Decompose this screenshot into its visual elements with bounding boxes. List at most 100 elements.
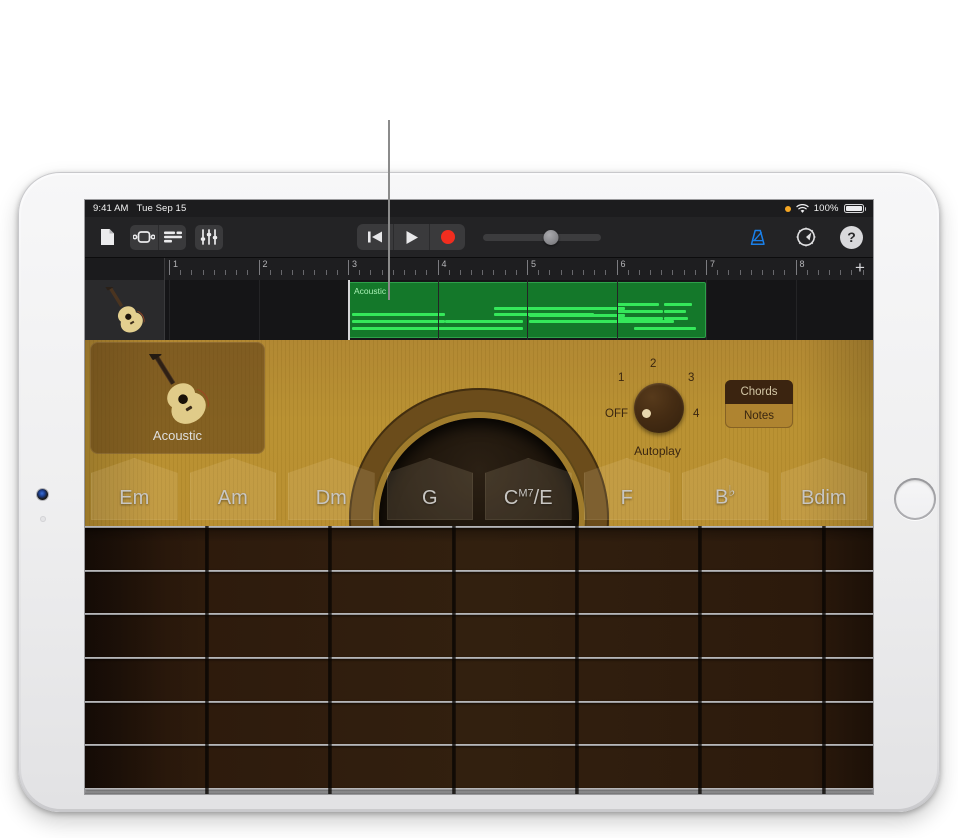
rewind-to-start-icon [368,231,382,243]
tracks-area: Acoustic [85,280,873,340]
chord-strip-3[interactable]: Dm [282,458,381,520]
guitar-string-5[interactable] [85,701,873,703]
ruler-sub-tick [269,270,271,275]
ruler-bar-number: 7 [710,259,716,269]
region-name-label: Acoustic [354,286,387,296]
mixer-button[interactable] [195,224,223,250]
midi-note [445,320,523,323]
guitar-string-7[interactable] [85,788,873,790]
instrument-view-button[interactable] [130,225,158,250]
battery-percent: 100% [813,203,839,214]
ruler-sub-tick [280,270,282,275]
ruler-gutter [85,258,165,280]
settings-button[interactable] [792,225,820,250]
guitar-fretboard[interactable] [85,526,873,794]
ruler-sub-tick [717,270,719,275]
ruler-sub-tick [638,270,640,275]
instrument-selector-card[interactable]: Acoustic [90,342,265,454]
autoplay-label-3[interactable]: 3 [688,372,694,384]
ruler-sub-tick [728,270,730,275]
status-date: Tue Sep 15 [136,203,187,214]
my-songs-button[interactable] [93,225,121,250]
guitar-string-3[interactable] [85,613,873,615]
guitar-string-4[interactable] [85,657,873,659]
guitar-string-1[interactable] [85,526,873,528]
ruler-sub-tick [191,270,193,275]
front-camera-icon [37,489,48,500]
ruler-sub-tick [392,270,394,275]
ruler-bar-number: 5 [531,259,537,269]
help-button[interactable]: ? [840,225,863,249]
chord-strip-1[interactable]: Em [85,458,184,520]
ruler-sub-tick [605,270,607,275]
track-header-acoustic[interactable] [85,280,165,340]
ruler-sub-tick [694,270,696,275]
metronome-button[interactable] [744,225,772,250]
playhead[interactable] [348,280,350,340]
midi-note [494,313,594,316]
master-volume-slider[interactable] [483,224,601,250]
mode-option-notes[interactable]: Notes [725,404,793,428]
slider-track [483,233,601,241]
ruler-bar-tick [169,260,170,275]
question-mark-icon: ? [847,229,856,245]
chord-label: Am [217,487,248,509]
ruler-sub-tick [236,270,238,275]
toolbar-right-group: ? [744,225,863,250]
timeline-ruler-row: + 1 2 3 4 5 6 7 8 [85,258,873,280]
ruler-bar-number: 6 [620,259,626,269]
transport-controls [357,224,465,250]
ruler-sub-tick [325,270,327,275]
autoplay-label-4[interactable]: 4 [693,408,699,420]
autoplay-label-1[interactable]: 1 [618,372,624,384]
play-button[interactable] [393,224,429,250]
fret-line-5 [698,526,702,794]
slider-thumb[interactable] [543,229,559,245]
chord-strip-2[interactable]: Am [184,458,283,520]
chord-strip-6[interactable]: F [578,458,677,520]
timeline-ruler[interactable]: + 1 2 3 4 5 6 7 8 [165,258,873,280]
play-triangle-icon [406,230,418,244]
tracks-view-button[interactable] [158,224,186,250]
chords-notes-switch: Chords Notes [725,380,793,428]
home-button[interactable] [894,478,936,520]
add-section-button[interactable]: + [852,259,868,276]
ruler-sub-tick [336,270,338,275]
autoplay-label-2[interactable]: 2 [650,358,656,370]
midi-note [445,327,523,330]
ruler-sub-tick [459,270,461,275]
chord-strip-8[interactable]: Bdim [775,458,874,520]
lane-gridline [169,280,170,340]
guitar-string-2[interactable] [85,570,873,572]
midi-note [664,310,686,313]
chord-label: B♭ [715,483,736,509]
chord-strip-7[interactable]: B♭ [676,458,775,520]
chord-label: F [620,487,633,509]
acoustic-guitar-icon [104,287,145,333]
fretboard-nut-shade [85,526,205,794]
knob-position-indicator [642,409,651,418]
chord-strips: Em Am Dm G CM7/E F B♭ Bdim [85,458,873,520]
chord-label: Dm [315,487,347,509]
chord-strip-5[interactable]: CM7/E [479,458,578,520]
midi-note [634,327,696,330]
ruler-sub-tick [538,270,540,275]
mode-option-chords[interactable]: Chords [725,380,793,404]
chord-strip-4[interactable]: G [381,458,480,520]
midi-note [494,307,582,310]
ruler-sub-tick [426,270,428,275]
ruler-sub-tick [180,270,182,275]
fret-line-6 [822,526,826,794]
callout-leader-line [388,120,390,300]
ruler-sub-tick [661,270,663,275]
ruler-sub-tick [247,270,249,275]
ruler-sub-tick [840,270,842,275]
ruler-sub-tick [314,270,316,275]
lane-gridline [437,280,439,340]
autoplay-knob[interactable] [634,383,684,433]
battery-icon [843,203,866,214]
guitar-string-6[interactable] [85,744,873,746]
record-button[interactable] [429,224,465,250]
track-lane[interactable]: Acoustic [165,280,873,340]
toolbar-left-group [93,224,223,250]
